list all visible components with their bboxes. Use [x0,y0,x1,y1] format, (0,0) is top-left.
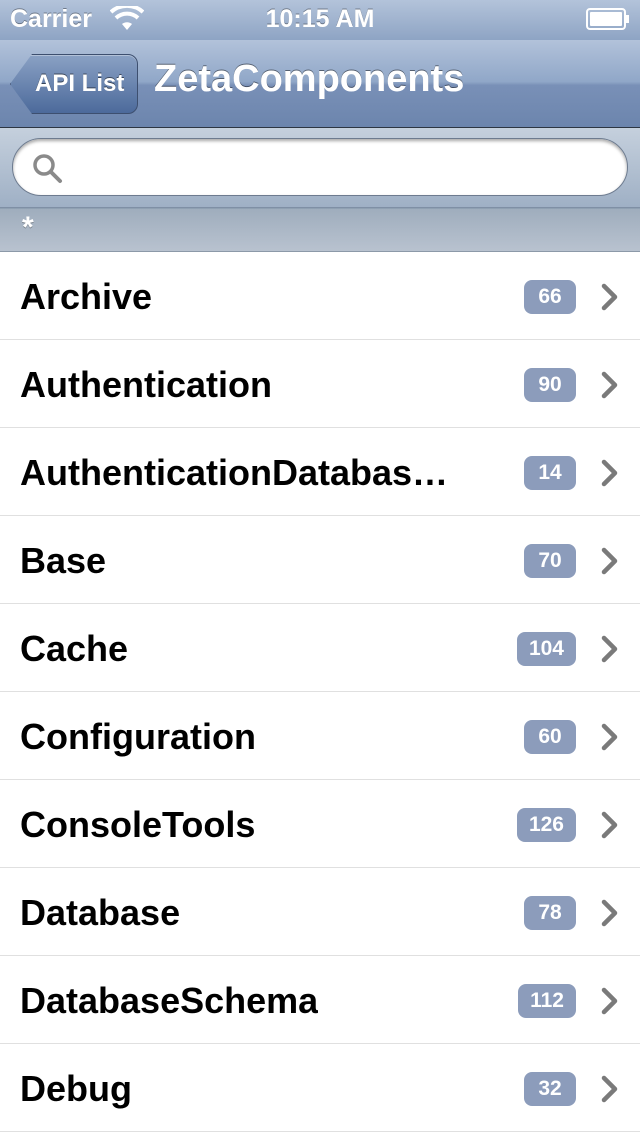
list-item-label: Base [20,540,107,581]
count-badge: 70 [524,544,576,578]
list-item-label: DatabaseSchema [20,980,319,1021]
list-item-label: ConsoleTools [20,804,256,845]
list-item-label: Authentication [20,364,272,405]
list-item-configuration[interactable]: Configuration 60 [0,692,640,780]
count-badge: 60 [524,720,576,754]
list-item-database[interactable]: Database 78 [0,868,640,956]
status-bar: Carrier 10:15 AM [0,0,640,40]
count-badge: 104 [516,632,576,666]
component-list: Archive 66 Authentication 90 Authenticat… [0,252,640,1132]
chevron-right-icon [601,811,618,839]
chevron-right-icon [601,635,618,663]
list-item-label: Configuration [20,716,256,757]
count-badge: 78 [524,896,576,930]
list-item-database-schema[interactable]: DatabaseSchema 112 [0,956,640,1044]
list-item-label: Cache [20,628,129,669]
count-badge: 14 [524,456,576,490]
battery-icon [586,8,629,30]
page-title: ZetaComponents [154,58,465,100]
search-input[interactable] [75,147,605,187]
chevron-right-icon [601,899,618,927]
navigation-bar: API List ZetaComponents [0,40,640,128]
chevron-right-icon [601,283,618,311]
search-bar [0,128,640,208]
count-badge: 90 [524,368,576,402]
back-button-label: API List [35,70,125,97]
list-item-base[interactable]: Base 70 [0,516,640,604]
list-item-label: Archive [20,276,153,317]
list-item-console-tools[interactable]: ConsoleTools 126 [0,780,640,868]
count-badge: 66 [524,280,576,314]
chevron-right-icon [601,547,618,575]
chevron-right-icon [601,459,618,487]
count-badge: 32 [524,1072,576,1106]
list-item-archive[interactable]: Archive 66 [0,252,640,340]
chevron-right-icon [601,1075,618,1103]
list-item-authentication[interactable]: Authentication 90 [0,340,640,428]
list-item-label: AuthenticationDatabas… [20,452,449,493]
count-badge: 112 [518,984,576,1018]
chevron-right-icon [601,371,618,399]
back-button[interactable]: API List [10,54,138,114]
list-item-label: Debug [20,1068,132,1109]
section-header: * [0,208,640,252]
list-item-debug[interactable]: Debug 32 [0,1044,640,1132]
chevron-right-icon [601,723,618,751]
count-badge: 126 [516,808,576,842]
search-icon [33,154,62,183]
list-item-cache[interactable]: Cache 104 [0,604,640,692]
list-item-label: Database [20,892,181,933]
search-field[interactable] [12,138,628,196]
chevron-right-icon [601,987,618,1015]
list-item-authentication-database[interactable]: AuthenticationDatabas… 14 [0,428,640,516]
clock: 10:15 AM [265,5,375,33]
